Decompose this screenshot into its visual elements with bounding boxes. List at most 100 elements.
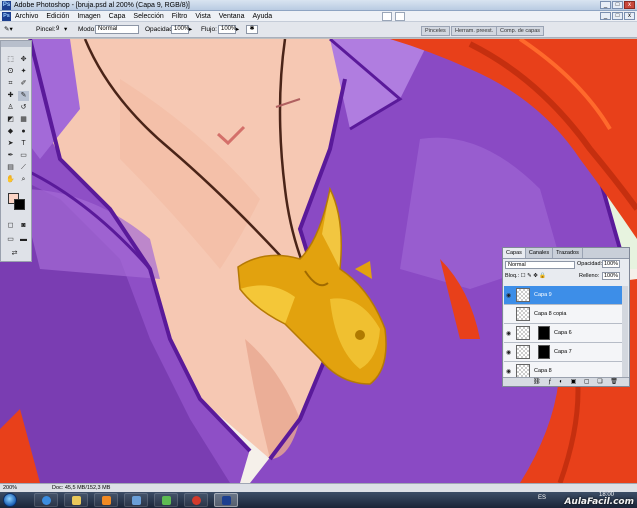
imageready-icon[interactable]: ⇄ (9, 249, 20, 259)
eraser-tool-icon[interactable]: ◩ (5, 115, 16, 125)
palette-tab-herram[interactable]: Herram. preest. (451, 26, 498, 36)
mode-select[interactable]: Normal (95, 25, 139, 34)
airbrush-icon[interactable]: ✱ (246, 25, 258, 34)
layer-action-icons[interactable]: ⛓ ƒ ◐ ▣ ▢ ❏ 🗑 (533, 378, 621, 385)
lock-icons[interactable]: ☐ ✎ ✥ 🔒 (521, 273, 547, 279)
tab-capas[interactable]: Capas (503, 248, 526, 258)
menu-edicion[interactable]: Edición (46, 12, 69, 21)
media-player-taskbar-icon[interactable] (94, 493, 118, 507)
flow-input[interactable]: 100% (218, 25, 236, 34)
chrome-taskbar-icon[interactable] (184, 493, 208, 507)
gradient-tool-icon[interactable]: ▦ (18, 115, 29, 125)
photoshop-taskbar-icon[interactable] (214, 493, 238, 507)
marquee-tool-icon[interactable]: ⬚ (5, 55, 16, 65)
hand-tool-icon[interactable]: ✋ (5, 175, 16, 185)
type-tool-icon[interactable]: T (18, 139, 29, 149)
menu-icon-group (382, 12, 405, 21)
doc-restore-button[interactable]: □ (612, 12, 623, 20)
layer-row-capa-6[interactable]: ◉ Capa 6 (504, 324, 622, 343)
tab-canales[interactable]: Canales (526, 248, 554, 258)
close-button[interactable]: x (624, 1, 635, 9)
brush-picker-arrow-icon[interactable]: ▾ (64, 25, 67, 34)
healing-brush-tool-icon[interactable]: ✚ (5, 91, 16, 101)
palette-tab-comp[interactable]: Comp. de capas (496, 26, 545, 36)
tool-options-bar: ✎▾ Pincel: 9 ▾ Modo: Normal Opacidad: 10… (0, 22, 637, 38)
screen-mode-standard-icon[interactable]: ▭ (5, 235, 16, 245)
clone-stamp-tool-icon[interactable]: ♙ (5, 103, 16, 113)
layer-visibility-eye-icon[interactable]: ◉ (506, 368, 511, 375)
layer-opacity-input[interactable]: 100% (602, 260, 620, 268)
doc-minimize-button[interactable]: _ (600, 12, 611, 20)
move-tool-icon[interactable]: ✥ (18, 55, 29, 65)
blur-tool-icon[interactable]: ◆ (5, 127, 16, 137)
dodge-tool-icon[interactable]: ● (18, 127, 29, 137)
brush-tool-icon[interactable]: ✎▾ (4, 25, 13, 34)
layer-thumbnail (516, 364, 530, 378)
standard-mode-icon[interactable]: ◻ (5, 221, 16, 231)
layers-footer-toolbar: ⛓ ƒ ◐ ▣ ▢ ❏ 🗑 (503, 377, 629, 386)
layer-mask-thumbnail (538, 345, 550, 359)
maximize-button[interactable]: □ (612, 1, 623, 9)
palette-tab-pinceles[interactable]: Pinceles (421, 26, 450, 36)
blend-mode-select[interactable]: Normal (505, 261, 575, 269)
layer-name: Capa 8 (534, 368, 552, 374)
lasso-tool-icon[interactable]: ʘ (5, 67, 16, 77)
menu-filtro[interactable]: Filtro (172, 12, 188, 21)
layer-list: ◉ Capa 9 Capa 8 copia ◉ Capa 6 ◉ Capa 7 … (504, 286, 622, 378)
layer-row-capa-9[interactable]: ◉ Capa 9 (504, 286, 622, 305)
doc-close-button[interactable]: x (624, 12, 635, 20)
shape-tool-icon[interactable]: ▭ (18, 151, 29, 161)
app-taskbar-icon[interactable] (124, 493, 148, 507)
magic-wand-tool-icon[interactable]: ✦ (18, 67, 29, 77)
screen-mode-full-icon[interactable]: ▬ (18, 235, 29, 245)
opacity-arrow-icon[interactable]: ▸ (189, 25, 192, 34)
menu-archivo[interactable]: Archivo (15, 12, 38, 21)
layer-visibility-eye-icon[interactable]: ◉ (506, 292, 511, 299)
layer-visibility-eye-icon[interactable]: ◉ (506, 349, 511, 356)
slice-tool-icon[interactable]: ✐ (18, 79, 29, 89)
watermark-text: AulaFacil.com (564, 497, 634, 507)
background-color-swatch[interactable] (14, 199, 25, 210)
layer-visibility-eye-icon[interactable]: ◉ (506, 330, 511, 337)
menu-imagen[interactable]: Imagen (77, 12, 100, 21)
menu-ventana[interactable]: Ventana (219, 12, 245, 21)
document-window-controls: _ □ x (600, 12, 635, 20)
zoom-tool-icon[interactable]: ⌕ (18, 175, 29, 185)
start-button-icon[interactable] (3, 493, 17, 507)
layer-row-capa-8[interactable]: ◉ Capa 8 (504, 362, 622, 378)
menu-capa[interactable]: Capa (109, 12, 126, 21)
eyedropper-tool-icon[interactable]: ⟋ (18, 163, 29, 173)
toolbox-grip[interactable] (1, 41, 31, 47)
ie-taskbar-icon[interactable] (34, 493, 58, 507)
menu-vista[interactable]: Vista (195, 12, 210, 21)
brush-size-value[interactable]: 9 (56, 25, 59, 34)
minimize-button[interactable]: _ (600, 1, 611, 9)
bridge-icon[interactable] (382, 12, 392, 21)
crop-tool-icon[interactable]: ⌗ (5, 79, 16, 89)
zoom-level[interactable]: 200% (3, 484, 17, 492)
brush-tool-active-icon[interactable]: ✎ (18, 91, 29, 101)
history-brush-tool-icon[interactable]: ↺ (18, 103, 29, 113)
flow-arrow-icon[interactable]: ▸ (236, 25, 239, 34)
opacity-input[interactable]: 100% (171, 25, 189, 34)
layers-scrollbar[interactable] (622, 286, 628, 378)
layer-row-capa-8-copia[interactable]: Capa 8 copia (504, 305, 622, 324)
path-selection-tool-icon[interactable]: ➤ (5, 139, 16, 149)
notes-tool-icon[interactable]: ▤ (5, 163, 16, 173)
menu-ayuda[interactable]: Ayuda (252, 12, 272, 21)
language-indicator[interactable]: ES (538, 495, 546, 501)
layer-name: Capa 8 copia (534, 311, 567, 317)
layer-name: Capa 9 (534, 292, 552, 298)
layer-name: Capa 6 (554, 330, 572, 336)
menu-seleccion[interactable]: Selección (133, 12, 163, 21)
tab-trazados[interactable]: Trazados (553, 248, 583, 258)
quick-mask-icon[interactable]: ◙ (18, 221, 29, 231)
layer-row-capa-7[interactable]: ◉ Capa 7 (504, 343, 622, 362)
pen-tool-icon[interactable]: ✒ (5, 151, 16, 161)
fill-input[interactable]: 100% (602, 272, 620, 280)
explorer-taskbar-icon[interactable] (64, 493, 88, 507)
messenger-taskbar-icon[interactable] (154, 493, 178, 507)
lock-label: Bloq.: (505, 273, 520, 279)
screen-mode-icon[interactable] (395, 12, 405, 21)
status-bar: 200% Doc: 45,5 MB/152,3 MB (0, 483, 637, 492)
